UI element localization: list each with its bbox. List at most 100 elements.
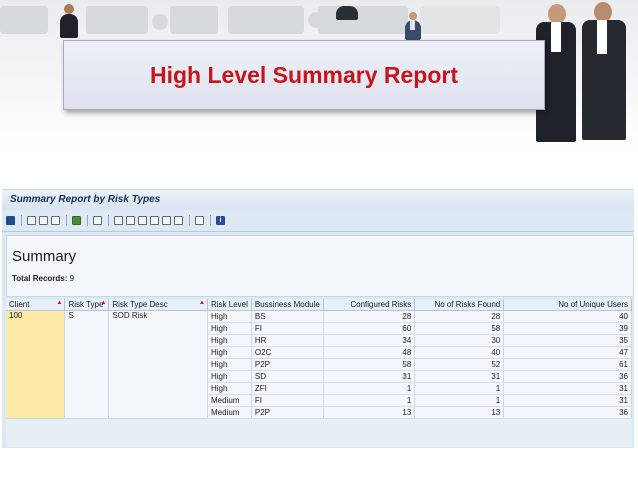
- cell-users[interactable]: 35: [503, 334, 632, 347]
- cell-risk-level[interactable]: Medium: [207, 394, 252, 407]
- filter-icon[interactable]: [39, 216, 48, 225]
- cell-users[interactable]: 61: [503, 358, 632, 371]
- cell-module[interactable]: FI: [251, 322, 324, 335]
- puzzle-piece: [170, 6, 218, 34]
- toolbar-separator: [21, 215, 22, 226]
- local-file-icon[interactable]: [138, 216, 147, 225]
- cell-module[interactable]: BS: [251, 310, 324, 323]
- save-layout-icon[interactable]: [174, 216, 183, 225]
- info-icon[interactable]: i: [216, 216, 225, 225]
- cell-risk-level[interactable]: High: [207, 322, 252, 335]
- table-header-row: Client ▲ Risk Type ▲ Risk Type Desc ▲ Risk …: [6, 299, 632, 311]
- cell-users[interactable]: 39: [503, 322, 632, 335]
- cell-risk-level[interactable]: High: [207, 382, 252, 395]
- puzzle-piece: [228, 6, 304, 34]
- puzzle-piece: [318, 6, 408, 34]
- puzzle-knob: [308, 12, 324, 28]
- cell-found[interactable]: 1: [414, 382, 505, 395]
- cell-risk-level[interactable]: Medium: [207, 406, 252, 419]
- results-table: Client ▲ Risk Type ▲ Risk Type Desc ▲ Risk …: [6, 299, 632, 419]
- cell-found[interactable]: 40: [414, 346, 505, 359]
- column-header-risk-type-desc[interactable]: Risk Type Desc ▲: [108, 299, 208, 311]
- column-header-business-module[interactable]: Bussiness Module: [251, 299, 324, 311]
- cell-risk-level[interactable]: High: [207, 346, 252, 359]
- layout-icon[interactable]: [150, 216, 159, 225]
- cell-risk-type[interactable]: S: [64, 310, 110, 419]
- column-header-risk-level[interactable]: Risk Level: [207, 299, 252, 311]
- column-header-configured-risks[interactable]: Configured Risks: [323, 299, 416, 311]
- cell-found[interactable]: 31: [414, 370, 505, 383]
- toolbar-separator: [108, 215, 109, 226]
- sort-ascending-icon: ▲: [199, 300, 205, 306]
- cell-configured[interactable]: 31: [323, 370, 416, 383]
- cell-users[interactable]: 40: [503, 310, 632, 323]
- cell-module[interactable]: FI: [251, 394, 324, 407]
- total-records-label: Total Records:: [12, 274, 68, 283]
- cell-module[interactable]: SD: [251, 370, 324, 383]
- report-window: Summary Report by Risk Types i Summary T…: [2, 189, 634, 448]
- total-records: Total Records: 9: [12, 274, 74, 283]
- cell-configured[interactable]: 1: [323, 394, 416, 407]
- report-title-box: High Level Summary Report: [63, 40, 545, 110]
- sum-icon[interactable]: [72, 216, 81, 225]
- puzzle-piece: [420, 6, 500, 34]
- table-row[interactable]: 100 S SOD Risk High BS 28 28 40: [6, 310, 632, 419]
- results-grid: Client ▲ Risk Type ▲ Risk Type Desc ▲ Risk …: [6, 299, 632, 447]
- cell-risk-type-desc[interactable]: SOD Risk: [108, 310, 208, 419]
- filter-set-icon[interactable]: [51, 216, 60, 225]
- cell-configured[interactable]: 58: [323, 358, 416, 371]
- toolbar-separator: [210, 215, 211, 226]
- column-header-client[interactable]: Client ▲: [6, 299, 66, 311]
- toolbar-separator: [66, 215, 67, 226]
- total-records-value: 9: [69, 274, 75, 283]
- cell-configured[interactable]: 13: [323, 406, 416, 419]
- column-header-risk-type[interactable]: Risk Type ▲: [64, 299, 110, 311]
- select-layout-icon[interactable]: [162, 216, 171, 225]
- puzzle-knob: [152, 14, 168, 30]
- cell-users[interactable]: 36: [503, 406, 632, 419]
- print-icon[interactable]: [27, 216, 36, 225]
- puzzle-piece: [86, 6, 148, 34]
- cell-found[interactable]: 30: [414, 334, 505, 347]
- cell-users[interactable]: 31: [503, 382, 632, 395]
- cell-risk-level[interactable]: High: [207, 334, 252, 347]
- cell-module[interactable]: ZFI: [251, 382, 324, 395]
- puzzle-piece: [0, 6, 48, 34]
- refresh-icon[interactable]: [93, 216, 102, 225]
- sort-ascending-icon: ▲: [56, 300, 63, 306]
- summary-panel: Summary Total Records: 9: [6, 235, 634, 297]
- cell-found[interactable]: 1: [414, 394, 505, 407]
- cell-client[interactable]: 100: [6, 310, 66, 419]
- cell-configured[interactable]: 34: [323, 334, 416, 347]
- cell-module[interactable]: HR: [251, 334, 324, 347]
- cell-found[interactable]: 52: [414, 358, 505, 371]
- cell-configured[interactable]: 28: [323, 310, 416, 323]
- cell-users[interactable]: 47: [503, 346, 632, 359]
- cell-risk-level[interactable]: High: [207, 310, 252, 323]
- export-icon[interactable]: [114, 216, 123, 225]
- cell-found[interactable]: 13: [414, 406, 505, 419]
- window-title: Summary Report by Risk Types: [2, 190, 634, 210]
- cell-risk-level[interactable]: High: [207, 358, 252, 371]
- cell-module[interactable]: O2C: [251, 346, 324, 359]
- cell-configured[interactable]: 60: [323, 322, 416, 335]
- cell-found[interactable]: 58: [414, 322, 505, 335]
- cell-module[interactable]: P2P: [251, 406, 324, 419]
- cell-users[interactable]: 36: [503, 370, 632, 383]
- cell-configured[interactable]: 1: [323, 382, 416, 395]
- graphic-icon[interactable]: [195, 216, 204, 225]
- column-header-unique-users[interactable]: No of Unique Users: [503, 299, 632, 311]
- toolbar-separator: [189, 215, 190, 226]
- cell-found[interactable]: 28: [414, 310, 505, 323]
- cell-users[interactable]: 31: [503, 394, 632, 407]
- cell-risk-level[interactable]: High: [207, 370, 252, 383]
- column-header-risks-found[interactable]: No of Risks Found: [414, 299, 505, 311]
- details-icon[interactable]: [6, 216, 15, 225]
- cell-module[interactable]: P2P: [251, 358, 324, 371]
- banner: High Level Summary Report: [0, 0, 638, 150]
- cell-configured[interactable]: 48: [323, 346, 416, 359]
- send-icon[interactable]: [126, 216, 135, 225]
- sort-ascending-icon: ▲: [100, 300, 107, 306]
- toolbar-separator: [87, 215, 88, 226]
- report-title: High Level Summary Report: [149, 61, 459, 88]
